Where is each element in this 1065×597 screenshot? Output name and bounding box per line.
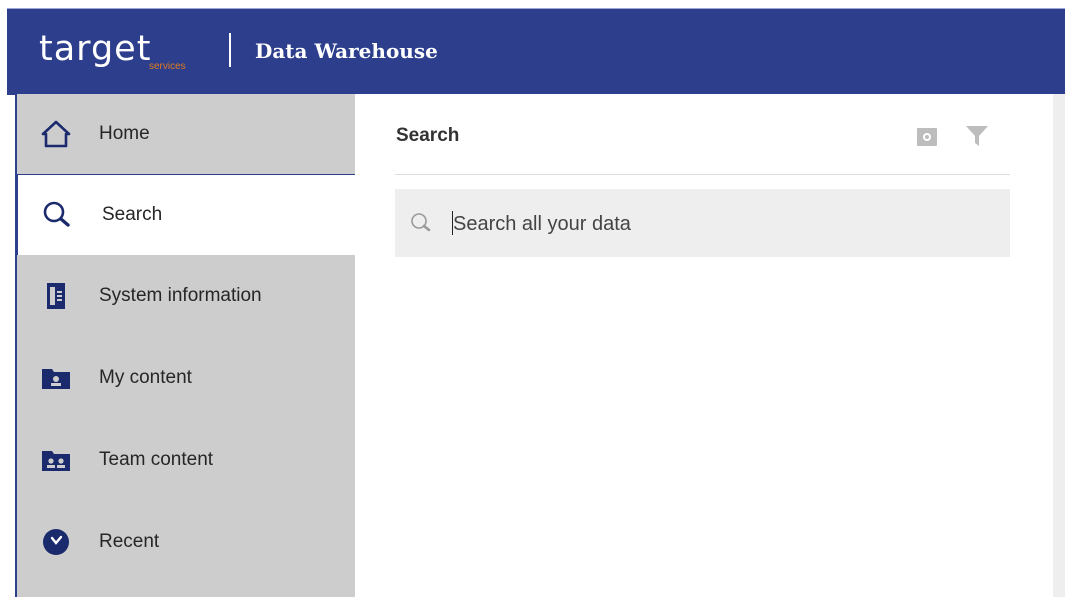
sidebar-item-label: Team content <box>99 449 214 470</box>
saved-search-icon[interactable] <box>915 124 939 152</box>
app-title: Data Warehouse <box>255 39 438 63</box>
panel-divider <box>395 174 1010 175</box>
sidebar-item-label: Home <box>99 123 150 144</box>
logo-divider <box>229 33 231 67</box>
right-panel-edge <box>1053 94 1065 597</box>
search-icon <box>42 200 72 230</box>
sidebar-item-label: System information <box>99 285 262 306</box>
recent-clock-icon <box>41 527 71 557</box>
search-box[interactable] <box>395 189 1010 257</box>
search-input-icon <box>409 211 433 235</box>
team-content-folder-icon <box>41 445 71 475</box>
text-caret <box>452 211 453 235</box>
sidebar-item-label: Search <box>102 204 163 225</box>
sidebar-item-recent[interactable]: Recent <box>17 502 357 582</box>
app-header: target services Data Warehouse <box>7 8 1065 95</box>
app-window: target services Data Warehouse Home Sear… <box>0 0 1065 597</box>
system-info-icon <box>41 281 71 311</box>
logo-subtext: services <box>149 61 186 72</box>
page-title: Search <box>396 125 460 146</box>
search-input[interactable] <box>451 207 995 241</box>
sidebar-item-search[interactable]: Search <box>15 174 359 255</box>
main-panel: Search <box>355 94 1053 597</box>
filter-icon[interactable] <box>965 124 989 152</box>
home-icon <box>41 119 71 149</box>
my-content-folder-icon <box>41 363 71 393</box>
sidebar-item-home[interactable]: Home <box>17 94 357 174</box>
sidebar-item-label: My content <box>99 367 192 388</box>
sidebar-item-team-content[interactable]: Team content <box>17 420 357 500</box>
sidebar-item-my-content[interactable]: My content <box>17 338 357 418</box>
sidebar-nav: Home Search System information My conten… <box>15 94 359 597</box>
sidebar-item-label: Recent <box>99 531 160 552</box>
sidebar-item-system-information[interactable]: System information <box>17 256 357 336</box>
logo-wordmark: target <box>39 29 152 69</box>
